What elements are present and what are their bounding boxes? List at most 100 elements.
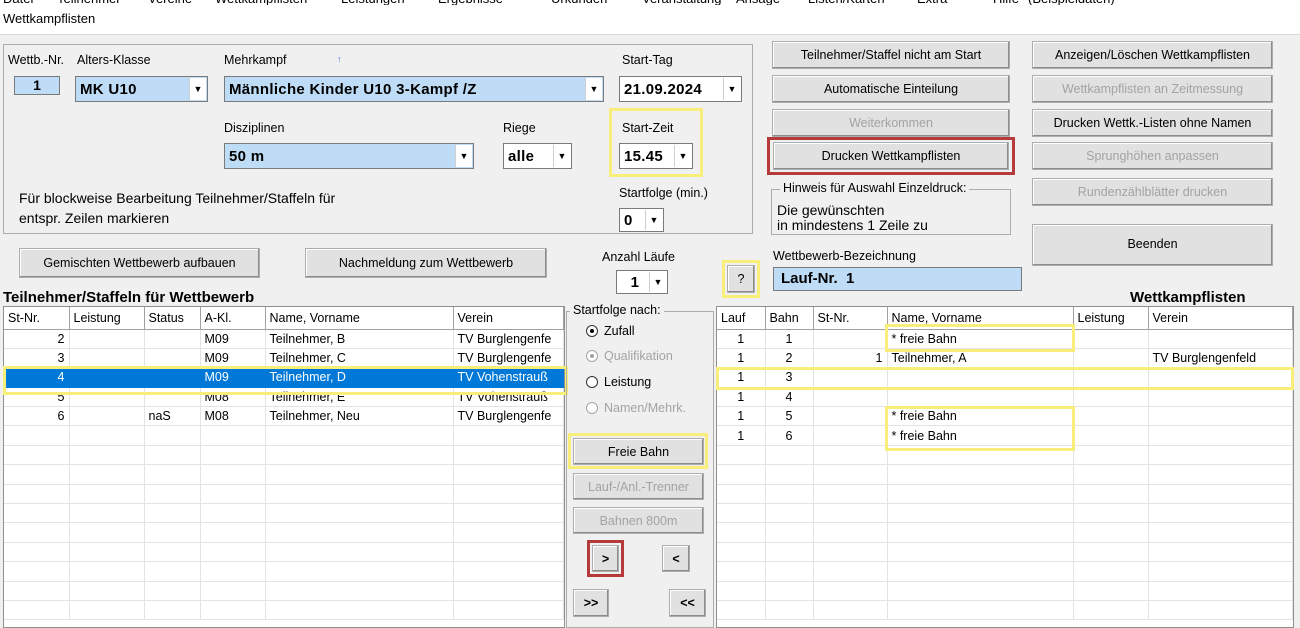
move-left-button[interactable]: < [662,545,690,572]
wettb-nr-field[interactable]: 1 [14,76,60,95]
disziplinen-select[interactable]: 50 m ▼ [224,143,474,169]
chevron-down-icon[interactable]: ▼ [553,145,570,167]
start-zeit-select[interactable]: 15.45 ▼ [619,143,693,169]
table-row[interactable]: 3 M09 Teilnehmer, C TV Burglengenfe [4,348,564,369]
column-header[interactable]: Lauf [717,307,766,330]
mehrkampf-select[interactable]: Männliche Kinder U10 3-Kampf /Z ▼ [224,76,604,102]
table-row[interactable] [717,484,1293,505]
nachmeldung-button[interactable]: Nachmeldung zum Wettbewerb [305,248,547,278]
move-right-button[interactable]: > [592,545,619,572]
table-row[interactable] [717,503,1293,524]
column-header[interactable]: St-Nr. [813,307,888,330]
table-cell [200,503,266,524]
table-cell [69,561,145,582]
table-cell [453,503,564,524]
table-row[interactable] [4,425,564,446]
table-cell: 6 [4,406,70,427]
participants-grid[interactable]: St-Nr. Leistung Status A-Kl. Name, Vorname Ve… [3,306,565,628]
bahnen-800m-button[interactable]: Bahnen 800m [573,507,704,534]
table-row[interactable] [717,581,1293,601]
radio-icon[interactable] [586,376,598,388]
table-cell: 1 [717,406,766,427]
radio-option[interactable]: Leistung [586,375,651,389]
column-header[interactable]: A-Kl. [200,307,266,330]
table-row[interactable]: 6 naS M08 Teilnehmer, Neu TV Burglengenfe [4,406,564,427]
start-tag-label: Start-Tag [622,53,673,67]
table-row[interactable] [4,445,564,466]
chevron-down-icon[interactable]: ▼ [645,210,662,230]
table-cell [4,464,70,485]
anzahl-laeufe-select[interactable]: 1 ▼ [616,270,668,294]
table-row[interactable] [4,464,564,485]
table-row[interactable]: 2 M09 Teilnehmer, B TV Burglengenfe [4,329,564,349]
column-header[interactable]: Name, Vorname [265,307,454,330]
table-cell [453,484,564,505]
weiterkommen-button[interactable]: Weiterkommen [772,109,1010,137]
move-all-left-button[interactable]: << [669,589,706,617]
start-tag-select[interactable]: 21.09.2024 ▼ [619,76,742,102]
chevron-down-icon[interactable]: ▼ [455,145,472,167]
help-button[interactable]: ? [727,265,755,293]
table-row[interactable] [4,581,564,601]
freie-bahn-button[interactable]: Freie Bahn [573,438,704,465]
table-cell [265,600,454,621]
table-cell [813,445,888,466]
radio-option[interactable]: Namen/Mehrk. [586,401,686,415]
table-cell [765,522,814,543]
auto-einteilung-button[interactable]: Automatische Einteilung [772,75,1010,103]
table-row[interactable] [717,464,1293,485]
table-row[interactable] [4,561,564,582]
table-row[interactable] [717,561,1293,582]
radio-icon[interactable] [586,350,598,362]
column-header[interactable]: Status [144,307,201,330]
table-row[interactable] [4,600,564,621]
radio-option[interactable]: Zufall [586,324,635,338]
drucken-wettkampflisten-button[interactable]: Drucken Wettkampflisten [773,142,1009,170]
alters-klasse-select[interactable]: MK U10 ▼ [75,76,208,102]
table-cell [1073,542,1149,563]
table-row[interactable] [717,600,1293,621]
wettbewerb-bez-field[interactable]: Lauf-Nr. 1 [773,267,1022,291]
column-header[interactable]: Leistung [1073,307,1149,330]
table-cell [69,581,145,601]
beenden-button[interactable]: Beenden [1032,224,1273,266]
table-row[interactable] [4,542,564,563]
column-header[interactable]: Leistung [69,307,145,330]
rundenzaehl-button[interactable]: Rundenzählblätter drucken [1032,178,1273,206]
trenner-button[interactable]: Lauf-/Anl.-Trenner [573,473,704,500]
chevron-down-icon[interactable]: ▼ [723,78,740,100]
drucken-ohne-namen-button[interactable]: Drucken Wettk.-Listen ohne Namen [1032,109,1273,137]
lists-grid[interactable]: Lauf Bahn St-Nr. Name, Vorname Leistung Verei… [716,306,1294,628]
chevron-down-icon[interactable]: ▼ [674,145,691,167]
column-header[interactable]: Bahn [765,307,814,330]
column-header[interactable]: Verein [1148,307,1293,330]
sprunghoehen-button[interactable]: Sprunghöhen anpassen [1032,142,1273,170]
riege-select[interactable]: alle ▼ [503,143,572,169]
table-row[interactable]: 14 [717,387,1293,408]
chevron-down-icon[interactable]: ▼ [585,78,602,100]
table-cell [813,581,888,601]
column-header[interactable]: Verein [453,307,564,330]
anzeigen-loeschen-button[interactable]: Anzeigen/Löschen Wettkampflisten [1032,41,1273,69]
table-cell [1073,329,1149,349]
chevron-down-icon[interactable]: ▼ [649,272,666,292]
column-header[interactable]: St-Nr. [4,307,70,330]
chevron-down-icon[interactable]: ▼ [189,78,206,100]
radio-option[interactable]: Qualifikation [586,349,673,363]
table-cell: M09 [200,348,266,369]
startfolge-min-select[interactable]: 0 ▼ [619,208,664,232]
radio-icon[interactable] [586,325,598,337]
zeitmessung-button[interactable]: Wettkampflisten an Zeitmessung [1032,75,1273,103]
table-row[interactable] [4,522,564,543]
gemischt-button[interactable]: Gemischten Wettbewerb aufbauen [19,248,260,278]
table-row[interactable] [4,484,564,505]
move-all-right-button[interactable]: >> [573,589,609,617]
alters-klasse-label: Alters-Klasse [77,53,151,67]
table-row[interactable] [4,503,564,524]
table-cell [4,561,70,582]
start-zeit-label: Start-Zeit [622,121,674,135]
nicht-am-start-button[interactable]: Teilnehmer/Staffel nicht am Start [772,41,1010,69]
table-row[interactable] [717,542,1293,563]
table-row[interactable] [717,522,1293,543]
radio-icon[interactable] [586,402,598,414]
